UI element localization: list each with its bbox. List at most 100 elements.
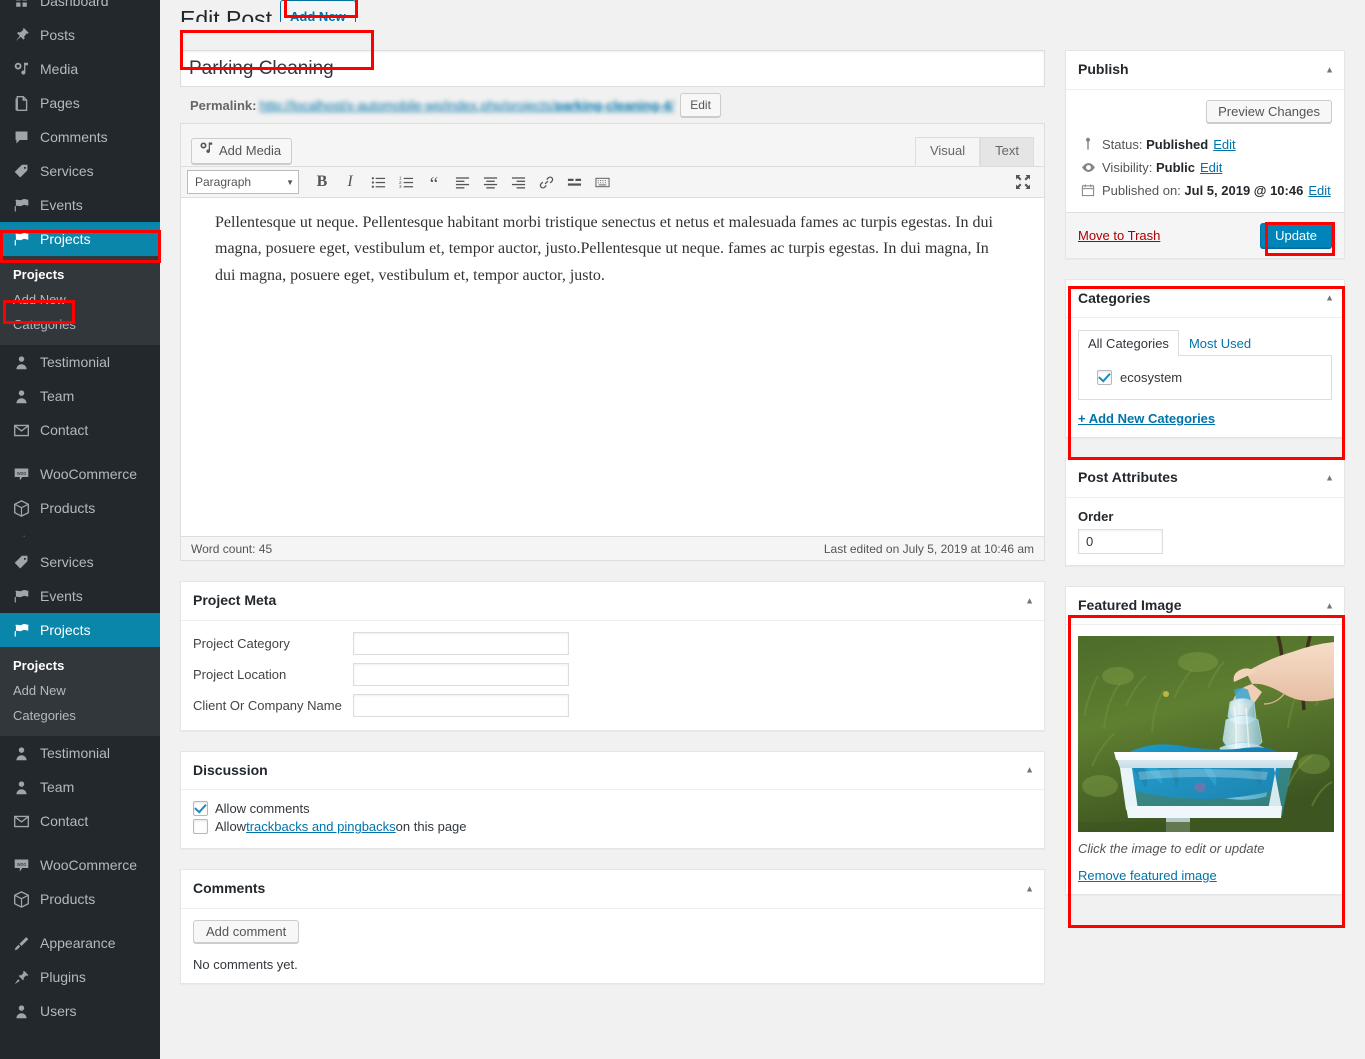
update-button[interactable]: Update [1260, 222, 1332, 248]
user-icon [11, 1001, 31, 1021]
permalink-link[interactable]: http://localhost/x-automobile-wp/index.p… [259, 98, 674, 113]
tab-all-categories[interactable]: All Categories [1078, 330, 1179, 357]
submenu-item-projects-2[interactable]: Projects [0, 653, 160, 678]
sidebar-item-contact-2[interactable]: Contact [0, 804, 160, 838]
submenu-item-add-new[interactable]: Add New [0, 287, 160, 312]
sidebar-item-posts[interactable]: Posts [0, 18, 160, 52]
sidebar-item-products[interactable]: Products [0, 491, 160, 525]
projects-submenu-2: Projects Add New Categories [0, 647, 160, 736]
user-icon [11, 777, 31, 797]
post-content-area[interactable]: Pellentesque ut neque. Pellentesque habi… [181, 198, 1044, 536]
project-location-row: Project Location [193, 662, 1032, 686]
flag-icon [11, 620, 31, 640]
submenu-item-categories[interactable]: Categories [0, 312, 160, 337]
italic-button[interactable]: I [337, 170, 363, 194]
sidebar-item-media[interactable]: Media [0, 52, 160, 86]
submenu-item-projects[interactable]: Projects [0, 262, 160, 287]
chevron-up-icon[interactable]: ▲ [1025, 883, 1034, 896]
featured-image-thumbnail[interactable] [1078, 636, 1334, 833]
comments-title-text: Comments [193, 880, 266, 897]
distraction-free-icon[interactable] [1012, 171, 1034, 193]
project-category-input[interactable] [353, 631, 569, 655]
allow-trackbacks-checkbox[interactable] [193, 819, 208, 835]
sidebar-item-plugins[interactable]: Plugins [0, 960, 160, 994]
allow-trackbacks-row[interactable]: Allow trackbacks and pingbacks on this p… [193, 819, 1032, 835]
sidebar-item-appearance[interactable]: Appearance [0, 926, 160, 960]
align-right-button[interactable] [505, 170, 531, 194]
chevron-up-icon[interactable]: ▲ [1325, 599, 1334, 612]
add-new-button[interactable]: Add New [280, 0, 356, 22]
sidebar-item-projects-2[interactable]: Projects [0, 613, 160, 647]
sidebar-item-comments[interactable]: Comments [0, 120, 160, 154]
sidebar-item-events-2[interactable]: Events [0, 579, 160, 613]
move-to-trash-link[interactable]: Move to Trash [1078, 228, 1160, 243]
trackbacks-link[interactable]: trackbacks and pingbacks [246, 819, 396, 834]
sidebar-item-label: Contact [40, 422, 89, 438]
project-location-input[interactable] [353, 662, 569, 686]
blockquote-button[interactable]: “ [421, 170, 447, 194]
publishing-actions: Move to Trash Update [1066, 211, 1344, 258]
submenu-item-categories-2[interactable]: Categories [0, 703, 160, 728]
recycling-bin-photo [1078, 636, 1334, 833]
toolbar-toggle-button[interactable] [589, 170, 615, 194]
numbered-list-button[interactable]: 123 [393, 170, 419, 194]
sidebar-item-contact[interactable]: Contact [0, 413, 160, 447]
align-center-button[interactable] [477, 170, 503, 194]
chevron-up-icon[interactable]: ▲ [1025, 764, 1034, 777]
sidebar-item-testimonial[interactable]: Testimonial [0, 345, 160, 379]
post-title-input[interactable] [180, 50, 1045, 87]
allow-comments-row[interactable]: Allow comments [193, 801, 1032, 817]
post-attributes-title-text: Post Attributes [1078, 469, 1178, 486]
insert-link-button[interactable] [533, 170, 559, 194]
published-label: Published on: [1102, 182, 1181, 198]
client-company-input[interactable] [353, 693, 569, 717]
sidebar-item-users[interactable]: Users [0, 994, 160, 1028]
sidebar-item-products-2[interactable]: Products [0, 882, 160, 916]
preview-changes-button[interactable]: Preview Changes [1206, 99, 1332, 123]
woo-icon: woo [11, 464, 31, 484]
sidebar-item-events[interactable]: Events [0, 188, 160, 222]
sidebar-item-projects[interactable]: Projects [0, 222, 160, 256]
tab-visual[interactable]: Visual [914, 137, 981, 166]
sidebar-item-label: Users [40, 1003, 77, 1019]
edit-permalink-button[interactable]: Edit [680, 93, 721, 117]
submenu-item-add-new-2[interactable]: Add New [0, 678, 160, 703]
bulleted-list-button[interactable] [365, 170, 391, 194]
svg-text:3: 3 [399, 184, 402, 189]
category-checkbox-ecosystem[interactable] [1097, 370, 1112, 386]
sidebar-item-dashboard[interactable]: Dashboard [0, 0, 160, 18]
edit-visibility-link[interactable]: Edit [1200, 160, 1222, 175]
sidebar-item-team-2[interactable]: Team [0, 770, 160, 804]
align-left-button[interactable] [449, 170, 475, 194]
insert-read-more-button[interactable] [561, 170, 587, 194]
chevron-up-icon[interactable]: ▲ [1325, 472, 1334, 485]
tab-text[interactable]: Text [980, 137, 1034, 166]
paragraph-format-select[interactable]: Paragraph ▼ [187, 170, 299, 194]
chevron-down-icon: ▼ [286, 177, 294, 187]
sidebar-item-services[interactable]: Services [0, 154, 160, 188]
permalink-suffix: / [670, 97, 675, 113]
chevron-up-icon[interactable]: ▲ [1025, 595, 1034, 608]
sidebar-item-label: Pages [40, 95, 80, 111]
sidebar-item-testimonial-2[interactable]: Testimonial [0, 736, 160, 770]
add-new-categories-link[interactable]: + Add New Categories [1078, 411, 1332, 426]
sidebar-item-woocommerce-2[interactable]: woo WooCommerce [0, 848, 160, 882]
sidebar-item-label: Services [40, 554, 94, 570]
allow-comments-checkbox[interactable] [193, 801, 208, 817]
tab-most-used[interactable]: Most Used [1179, 330, 1261, 356]
sidebar-item-services-2[interactable]: Services [0, 545, 160, 579]
sidebar-item-woocommerce[interactable]: woo WooCommerce [0, 457, 160, 491]
order-input[interactable] [1078, 528, 1163, 554]
sidebar-item-team[interactable]: Team [0, 379, 160, 413]
bold-button[interactable]: B [309, 170, 335, 194]
chevron-up-icon[interactable]: ▲ [1325, 292, 1334, 305]
chevron-up-icon[interactable]: ▲ [1325, 64, 1334, 77]
add-comment-button[interactable]: Add comment [193, 919, 300, 943]
sidebar-item-pages[interactable]: Pages [0, 86, 160, 120]
edit-status-link[interactable]: Edit [1213, 137, 1235, 152]
edit-published-link[interactable]: Edit [1308, 183, 1330, 198]
visibility-label: Visibility: [1102, 159, 1153, 175]
sidebar-item-label: Dashboard [40, 0, 109, 9]
add-media-button[interactable]: Add Media [191, 138, 293, 164]
remove-featured-image-link[interactable]: Remove featured image [1078, 868, 1332, 883]
